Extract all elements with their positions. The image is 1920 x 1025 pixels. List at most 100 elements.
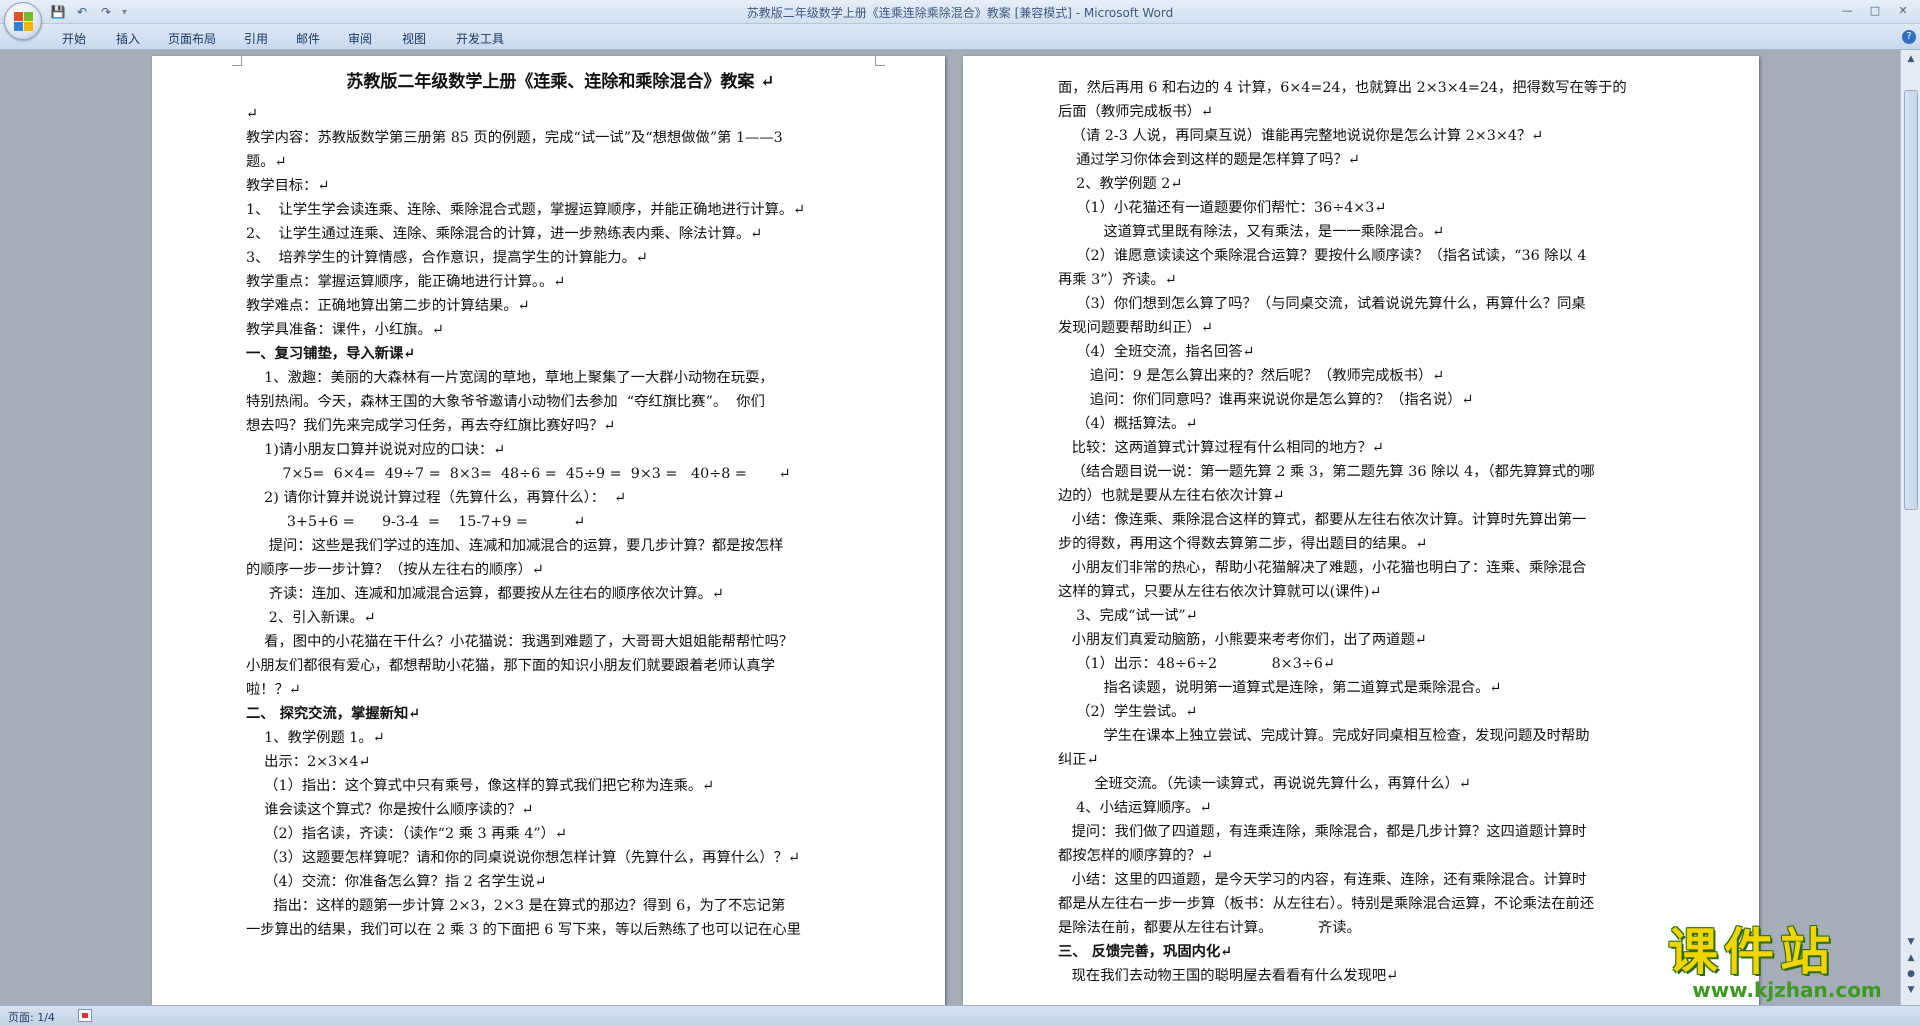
document-line: 2、 让学生通过连乘、连除、乘除混合的计算，进一步熟练表内乘、除法计算。↵ [246,226,763,242]
document-line: 1、教学例题 1。↵ [246,730,385,746]
tab-insert[interactable]: 插入 [110,28,146,49]
document-line: （3）你们想到怎么算了吗？（与同桌交流，试着说说先算什么，再算什么？同桌 [1058,296,1586,312]
page-2-text: 面，然后再用 6 和右边的 4 计算，6×4=24，也就算出 2×3×4=24，… [1058,76,1699,988]
document-line: 提问：这些是我们学过的连加、连减和加减混合的运算，要几步计算？都是按怎样 [246,538,784,554]
document-line: 3+5+6 = 9-3-4 = 15-7+9 = ↵ [246,514,586,530]
document-line: 1、 让学生学会读连乘、连除、乘除混合式题，掌握运算顺序，并能正确地进行计算。↵ [246,202,806,218]
document-line: （1）出示：48÷6÷2 8×3÷6↵ [1058,656,1335,672]
document-line: 特别热闹。今天，森林王国的大象爷爷邀请小动物们去参加 “夺红旗比赛”。 你们 [246,394,765,410]
document-line: 一、复习铺垫，导入新课↵ [246,346,416,362]
document-line: 三、 反馈完善，巩固内化↵ [1058,944,1233,960]
ribbon-tabs: 开始 插入 页面布局 引用 邮件 审阅 视图 开发工具 ? [0,24,1920,50]
document-line: ↵ [246,106,258,122]
margin-mark [232,56,242,66]
document-line: 追问：你们同意吗？谁再来说说你是怎么算的？（指名说）↵ [1058,392,1474,408]
macro-record-icon[interactable] [78,1009,92,1022]
document-line: 小结：像连乘、乘除混合这样的算式，都要从左往右依次计算。计算时先算出第一 [1058,512,1587,528]
page-1-text: 苏教版二年级数学上册《连乘、连除和乘除混合》教案 ↵ ↵ 教学内容：苏教版数学第三册… [246,64,875,942]
document-line: （1）小花猫还有一道题要你们帮忙：36÷4×3↵ [1058,200,1387,216]
document-line: （结合题目说一说：第一题先算 2 乘 3，第二题先算 36 除以 4，（都先算算… [1058,464,1595,480]
watermark-logo: 课件站 www.kjzhan.com [1668,925,1906,1005]
watermark-url: www.kjzhan.com [1692,978,1882,1002]
document-line: 出示：2×3×4↵ [246,754,371,770]
document-line: 提问：我们做了四道题，有连乘连除，乘除混合，都是几步计算？这四道题计算时 [1058,824,1587,840]
document-line: 步的得数，再用这个得数去算第二步，得出题目的结果。↵ [1058,536,1428,552]
document-line: 发现问题要帮助纠正）↵ [1058,320,1213,336]
document-line: 的顺序一步一步计算？（按从左往右的顺序）↵ [246,562,544,578]
tab-references[interactable]: 引用 [238,28,274,49]
document-line: 学生在课本上独立尝试、完成计算。完成好同桌相互检查，发现问题及时帮助 [1058,728,1590,744]
tab-page-layout[interactable]: 页面布局 [162,28,222,49]
document-line: 教学具准备：课件，小红旗。↵ [246,322,444,338]
document-line: 2、引入新课。↵ [246,610,376,626]
document-line: （1）指出：这个算式中只有乘号，像这样的算式我们把它称为连乘。↵ [246,778,715,794]
document-line: 都是从左往右一步一步算（板书：从左往右）。特别是乘除混合运算，不论乘法在前还 [1058,896,1595,912]
document-line: 追问：9 是怎么算出来的？然后呢？（教师完成板书）↵ [1058,368,1445,384]
help-icon[interactable]: ? [1902,30,1916,44]
document-line: 指出：这样的题第一步计算 2×3，2×3 是在算式的那边？得到 6，为了不忘记第 [246,898,786,914]
maximize-button[interactable]: □ [1862,2,1888,20]
office-button[interactable] [4,2,42,40]
document-line: 4、小结运算顺序。↵ [1058,800,1212,816]
document-line: 是除法在前，都要从左往右计算。 齐读。 [1058,920,1361,936]
document-line: 想去吗？我们先来完成学习任务，再去夺红旗比赛好吗？↵ [246,418,616,434]
scroll-up-icon[interactable]: ▲ [1901,50,1920,68]
document-line: 现在我们去动物王国的聪明屋去看看有什么发现吧↵ [1058,968,1399,984]
document-line: 这道算式里既有除法，又有乘法，是一一乘除混合。↵ [1058,224,1445,240]
title-bar: 💾 ↶ ↷ ▾ 苏教版二年级数学上册《连乘连除乘除混合》教案 [兼容模式] - … [0,0,1920,24]
tab-view[interactable]: 视图 [396,28,432,49]
document-line: （4）交流：你准备怎么算？指 2 名学生说↵ [246,874,547,890]
document-line: 2、教学例题 2↵ [1058,176,1183,192]
document-line: （2）谁愿意读读这个乘除混合运算？要按什么顺序读？（指名试读，“36 除以 4 [1058,248,1587,264]
document-line: 教学难点：正确地算出第二步的计算结果。↵ [246,298,530,314]
document-page-2[interactable]: 面，然后再用 6 和右边的 4 计算，6×4=24，也就算出 2×3×4=24，… [963,56,1759,1005]
tab-mailings[interactable]: 邮件 [290,28,326,49]
document-line: 全班交流。（先读一读算式，再说说先算什么，再算什么）↵ [1058,776,1471,792]
document-line: 3、完成“试一试”↵ [1058,608,1198,624]
document-line: 小结：这里的四道题，是今天学习的内容，有连乘、连除，还有乘除混合。计算时 [1058,872,1587,888]
document-line: （2）指名读，齐读：（读作“2 乘 3 再乘 4”）↵ [246,826,567,842]
document-line: 齐读：连加、连减和加减混合运算，都要按从左往右的顺序依次计算。↵ [246,586,724,602]
document-line: 7×5= 6×4= 49÷7 = 8×3= 48÷6 = 45÷9 = 9×3 … [246,466,791,482]
document-line: 教学目标：↵ [246,178,330,194]
document-line: 边的）也就是要从左往右依次计算↵ [1058,488,1285,504]
document-line: 指名读题，说明第一道算式是连除，第二道算式是乘除混合。↵ [1058,680,1502,696]
document-line: 教学重点：掌握运算顺序，能正确地进行计算。。↵ [246,274,566,290]
tab-review[interactable]: 审阅 [342,28,378,49]
vertical-scrollbar[interactable]: ▲ ▼ ▲ ● ▼ [1900,50,1920,1005]
document-line: 这样的算式，只要从左往右依次计算就可以(课件)↵ [1058,584,1382,600]
document-line: 比较：这两道算式计算过程有什么相同的地方？↵ [1058,440,1384,456]
tab-home[interactable]: 开始 [56,28,92,49]
document-line: 3、 培养学生的计算情感，合作意识，提高学生的计算能力。↵ [246,250,648,266]
scrollbar-thumb[interactable] [1904,90,1918,510]
document-line: 一步算出的结果，我们可以在 2 乘 3 的下面把 6 写下来，等以后熟练了也可以… [246,922,801,938]
close-button[interactable]: ✕ [1890,2,1916,20]
window-controls: — □ ✕ [1834,2,1916,20]
status-bar: 页面: 1/4 [0,1005,1920,1025]
document-line: 通过学习你体会到这样的题是怎样算了吗？↵ [1058,152,1360,168]
document-line: 看，图中的小花猫在干什么？小花猫说：我遇到难题了，大哥哥大姐姐能帮帮忙吗？ [246,634,794,650]
document-page-1[interactable]: 苏教版二年级数学上册《连乘、连除和乘除混合》教案 ↵ ↵ 教学内容：苏教版数学第三册… [152,56,945,1005]
document-line: 啦！？↵ [246,682,301,698]
document-line: 2) 请你计算并说说计算过程（先算什么，再算什么）： ↵ [246,490,627,506]
document-line: 纠正↵ [1058,752,1099,768]
document-line: 小朋友们非常的热心，帮助小花猫解决了难题，小花猫也明白了：连乘、乘除混合 [1058,560,1587,576]
document-line: （4）全班交流，指名回答↵ [1058,344,1255,360]
document-line: （2）学生尝试。↵ [1058,704,1198,720]
document-line: （请 2-3 人说，再同桌互说）谁能再完整地说说你是怎么计算 2×3×4？↵ [1058,128,1544,144]
page-indicator[interactable]: 页面: 1/4 [8,1009,55,1025]
document-line: 苏教版二年级数学上册《连乘、连除和乘除混合》教案 ↵ [346,72,775,92]
document-line: 小朋友们真爱动脑筋，小熊要来考考你们，出了两道题↵ [1058,632,1427,648]
document-line: 题。↵ [246,154,287,170]
document-line: 谁会读这个算式？你是按什么顺序读的？↵ [246,802,534,818]
document-line: 小朋友们都很有爱心，都想帮助小花猫，那下面的知识小朋友们就要跟着老师认真学 [246,658,775,674]
minimize-button[interactable]: — [1834,2,1860,20]
window-title: 苏教版二年级数学上册《连乘连除乘除混合》教案 [兼容模式] - Microsof… [746,6,1174,20]
tab-developer[interactable]: 开发工具 [450,28,510,49]
document-line: 都按怎样的顺序算的？↵ [1058,848,1213,864]
document-line: 1)请小朋友口算并说说对应的口诀：↵ [246,442,506,458]
document-line: 面，然后再用 6 和右边的 4 计算，6×4=24，也就算出 2×3×4=24，… [1058,80,1627,96]
document-line: 1、激趣：美丽的大森林有一片宽阔的草地，草地上聚集了一大群小动物在玩耍， [246,370,774,386]
document-line: （3）这题要怎样算呢？请和你的同桌说说你想怎样计算（先算什么，再算什么）？↵ [246,850,800,866]
document-line: （4）概括算法。↵ [1058,416,1198,432]
